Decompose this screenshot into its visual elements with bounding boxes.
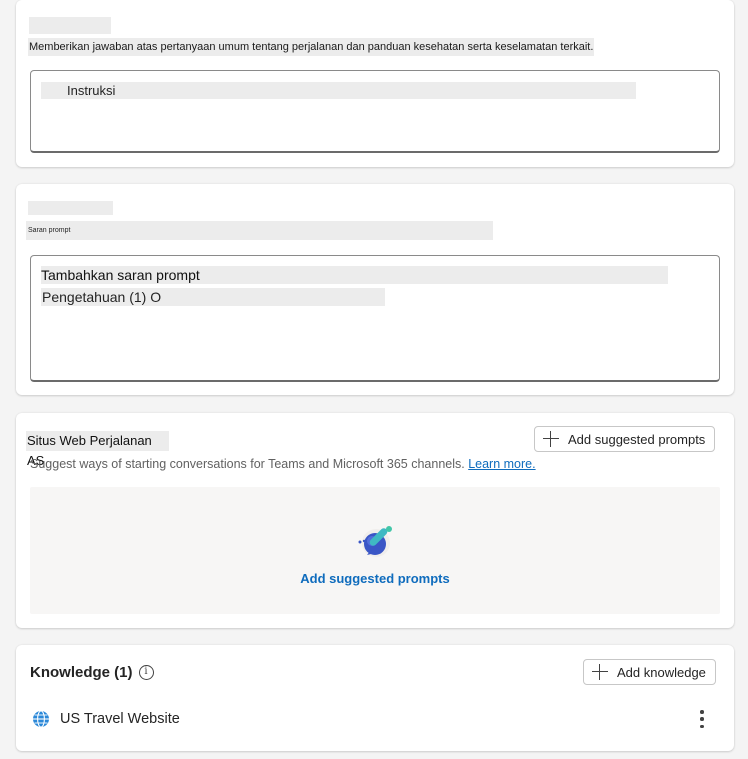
instructions-description: Memberikan jawaban atas pertanyaan umum … [28, 38, 595, 56]
add-knowledge-button-label: Add knowledge [617, 664, 706, 680]
prompt-suggestions-card: Saran prompt Tambahkan saran prompt Peng… [16, 184, 734, 395]
instructions-field-label: Instruksi [41, 82, 636, 99]
suggested-prompts-empty-state: Add suggested prompts [30, 487, 720, 614]
suggested-prompts-card: Situs Web Perjalanan AS Add suggested pr… [16, 413, 734, 628]
prompt-card-title [28, 201, 113, 215]
add-knowledge-button[interactable]: Add knowledge [583, 659, 716, 685]
prompt-suggestion-line-2: Pengetahuan (1) O [41, 288, 385, 306]
suggested-prompts-title: Situs Web Perjalanan AS [26, 431, 169, 468]
more-options-icon[interactable] [700, 710, 704, 728]
prompt-suggestion-line-1: Tambahkan saran prompt [41, 266, 668, 284]
add-suggested-prompts-button-label: Add suggested prompts [568, 431, 706, 447]
hint-text: Suggest ways of starting conversations f… [30, 457, 465, 471]
knowledge-title-row: Knowledge (1) i [30, 664, 154, 681]
instructions-card: Memberikan jawaban atas pertanyaan umum … [16, 0, 734, 167]
knowledge-card: Knowledge (1) i Add knowledge US Travel … [16, 645, 734, 751]
prompt-card-subtitle: Saran prompt [26, 221, 493, 240]
knowledge-list-item[interactable]: US Travel Website [32, 708, 722, 730]
knowledge-title: Knowledge (1) [30, 664, 133, 681]
prompt-suggestions-field[interactable]: Tambahkan saran prompt Pengetahuan (1) O [30, 255, 720, 382]
instructions-card-title [29, 17, 111, 34]
instructions-field[interactable]: Instruksi [30, 70, 720, 153]
add-suggested-prompts-link[interactable]: Add suggested prompts [30, 571, 720, 586]
globe-icon [33, 710, 49, 728]
add-suggested-prompts-button[interactable]: Add suggested prompts [534, 426, 716, 452]
learn-more-link[interactable]: Learn more. [468, 457, 535, 471]
info-icon[interactable]: i [138, 665, 154, 680]
plus-icon [592, 664, 608, 680]
knowledge-item-label: US Travel Website [60, 711, 180, 727]
plus-icon [543, 431, 559, 447]
suggested-prompts-hint: Suggest ways of starting conversations f… [30, 457, 536, 471]
chat-sparkle-icon [358, 526, 392, 557]
